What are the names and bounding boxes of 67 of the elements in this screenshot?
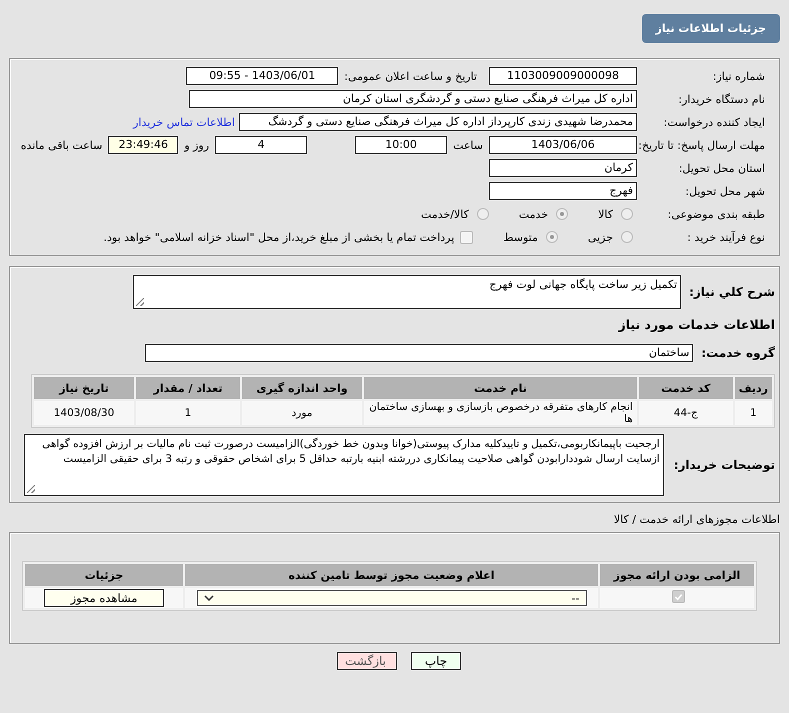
field-label: شماره نیاز: <box>712 70 765 82</box>
buyer-contact-link[interactable]: اطلاعات تماس خریدار <box>133 116 235 128</box>
buyer-notes-field[interactable]: ارجحیت باپیمانکاربومی،تکمیل و تاییدکلیه مدارک پیوستی(خوانا وبدون خط خوردگی)الزامیست درصورت ثبت نام مالیات بر ارزش افزوده گواهی ازسایت ارسال شوددارابودن گواهی صلاحیت پیمانکاری دررشته ابنیه بارتبه حداقل 5 برای اشخاص حقوقی و رتبه 3 برای حقیقی الزامیست <box>24 434 664 496</box>
column-header: تاریخ نیاز <box>34 377 134 399</box>
column-header: ردیف <box>734 377 772 399</box>
column-header: اعلام وضعیت مجوز توسط تامین کننده <box>185 564 598 586</box>
checkbox[interactable] <box>460 230 474 244</box>
field-label: توضیحات خریدار: <box>674 458 775 472</box>
field-label: تاریخ و ساعت اعلان عمومی: <box>344 70 477 82</box>
section-title: اطلاعات مجوزهای ارائه خدمت / کالا <box>612 513 780 526</box>
print-button[interactable]: چاپ <box>411 652 461 670</box>
table-cell: انجام کارهای متفرقه درخصوص بازسازی و بهسازی ساختمان ها <box>364 401 637 425</box>
radio-label: کالا <box>598 208 613 220</box>
service-group-field[interactable]: ساختمان <box>145 344 694 362</box>
radio-button[interactable] <box>476 208 489 220</box>
checkbox-label: پرداخت تمام یا بخشی از مبلغ خرید،از محل "اسناد خزانه اسلامی" خواهد بود. <box>104 230 454 244</box>
column-header: واحد اندازه گیری <box>242 377 362 399</box>
table-cell: 1 <box>734 401 772 425</box>
table-cell: 1403/08/30 <box>34 401 134 425</box>
field-label: شرح کلي نیاز: <box>689 285 775 299</box>
announce-date-field[interactable]: 1403/06/01 - 09:55 <box>186 67 338 85</box>
table-cell: 1 <box>136 401 240 425</box>
deadline-date-field[interactable]: 1403/06/06 <box>489 136 637 154</box>
column-header: نام خدمت <box>364 377 637 399</box>
remaining-time-field[interactable]: 23:49:46 <box>108 136 178 154</box>
resize-grip-icon[interactable] <box>136 298 144 306</box>
field-label: نوع فرآیند خرید : <box>686 230 765 244</box>
status-dropdown[interactable]: -- <box>196 590 586 606</box>
field-label: مهلت ارسال پاسخ: تا تاریخ: <box>637 138 765 152</box>
radio-label: متوسط <box>503 230 538 244</box>
description-field[interactable]: تکمیل زیر ساخت پایگاه جهانی لوت فهرج <box>133 275 682 309</box>
field-label: طبقه بندی موضوعی: <box>666 208 765 220</box>
deadline-time-field[interactable]: 10:00 <box>355 136 448 154</box>
radio-button[interactable] <box>621 231 633 243</box>
radio-label: خدمت <box>518 208 548 220</box>
caret-icon <box>204 595 214 601</box>
resize-grip-icon[interactable] <box>26 485 35 493</box>
column-header: جزئیات <box>25 564 183 586</box>
column-header: کد خدمت <box>638 377 733 399</box>
checkbox[interactable] <box>672 590 684 604</box>
column-header: الزامی بودن ارائه مجوز <box>600 564 754 586</box>
city-field[interactable]: فهرج <box>489 182 637 200</box>
radio-label: کالا/خدمت <box>421 208 469 220</box>
field-label: استان محل تحویل: <box>678 162 765 174</box>
field-label: نام دستگاه خریدار: <box>677 92 765 106</box>
field-label: روز و <box>184 138 210 152</box>
column-header: تعداد / مقدار <box>136 377 240 399</box>
radio-button[interactable] <box>546 231 558 243</box>
radio-button[interactable] <box>556 208 568 220</box>
province-field[interactable]: کرمان <box>489 159 637 177</box>
view-permit-button[interactable]: مشاهده مجوز <box>44 589 164 607</box>
need-number-field[interactable]: 1103009009000098 <box>489 67 637 85</box>
table-cell: مورد <box>242 401 362 425</box>
field-label: ساعت باقی مانده <box>20 138 102 152</box>
table-cell: ج-44 <box>638 401 733 425</box>
field-label: ساعت <box>453 138 483 152</box>
back-button[interactable]: بازگشت <box>337 652 397 670</box>
field-label: شهر محل تحویل: <box>684 184 765 198</box>
requester-field[interactable]: محمدرضا شهیدی زندی کارپرداز اداره کل میراث فرهنگی صنایع دستی و گردشگ <box>239 113 637 131</box>
days-field[interactable]: 4 <box>215 136 308 154</box>
radio-button[interactable] <box>621 208 633 220</box>
radio-label: جزیی <box>588 230 613 244</box>
page-title: جزئیات اطلاعات نیاز <box>642 14 780 43</box>
section-title: اطلاعات خدمات مورد نیاز <box>617 317 775 332</box>
buyer-org-field[interactable]: اداره کل میراث فرهنگی صنایع دستی و گردشگری استان کرمان <box>189 90 637 108</box>
field-label: گروه خدمت: <box>701 346 775 360</box>
field-label: ایجاد کننده درخواست: <box>662 116 765 128</box>
